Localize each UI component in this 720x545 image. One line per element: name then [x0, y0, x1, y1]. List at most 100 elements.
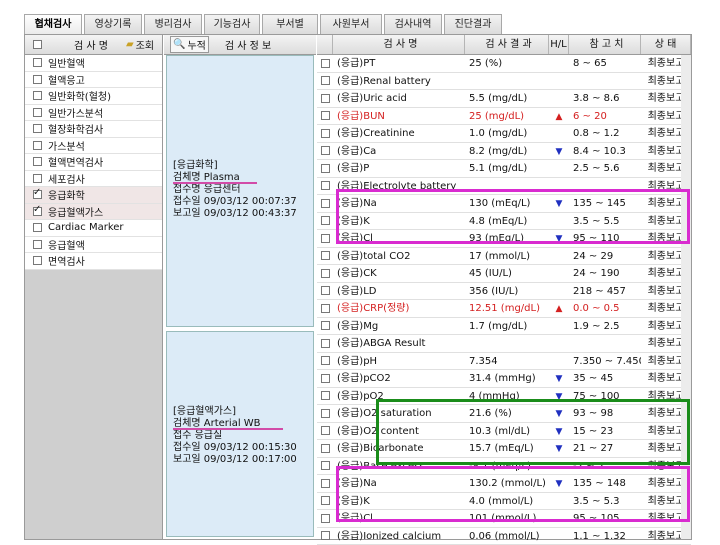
test-category-checkbox[interactable]: [33, 223, 42, 232]
result-row-checkbox[interactable]: [321, 426, 330, 435]
result-row-checkbox[interactable]: [321, 356, 330, 365]
col-hl[interactable]: H/L: [549, 35, 569, 54]
specimen-block-blood-gas[interactable]: [응급혈액가스] 검체명 Arterial WB 접수 응급실 접수일 09/0…: [166, 331, 314, 537]
result-row-checkbox[interactable]: [321, 479, 330, 488]
result-row[interactable]: (응급)total CO217 (mmol/L)24 ~ 29최종보고: [317, 248, 691, 266]
result-row-checkbox[interactable]: [321, 391, 330, 400]
col-reference[interactable]: 참 고 치: [569, 35, 641, 54]
result-row[interactable]: (응급)CK45 (IU/L)24 ~ 190최종보고: [317, 265, 691, 283]
result-row-checkbox[interactable]: [321, 111, 330, 120]
col-test-name[interactable]: 검 사 명: [333, 35, 465, 54]
result-row-checkbox[interactable]: [321, 76, 330, 85]
test-category-checkbox[interactable]: [33, 240, 42, 249]
result-row[interactable]: (응급)K4.0 (mmol/L)3.5 ~ 5.3최종보고: [317, 493, 691, 511]
test-category-item[interactable]: 일반혈액: [25, 55, 162, 72]
test-category-item[interactable]: 혈액면역검사: [25, 154, 162, 171]
tab-7[interactable]: 진단결과: [444, 14, 502, 36]
result-row-checkbox[interactable]: [321, 94, 330, 103]
result-row-checkbox[interactable]: [321, 59, 330, 68]
tab-1[interactable]: 영상기록: [84, 14, 142, 36]
cumulative-button[interactable]: 🔍 누적: [170, 36, 209, 53]
test-category-item[interactable]: 혈장화학검사: [25, 121, 162, 138]
result-row[interactable]: (응급)Ca8.2 (mg/dL)▼8.4 ~ 10.3최종보고: [317, 143, 691, 161]
tab-0[interactable]: 협채검사: [24, 14, 82, 36]
result-row[interactable]: (응급)Base excess-8.1 (mEq/L)-2 ~ 2최종보고: [317, 458, 691, 476]
test-category-item[interactable]: 세포검사: [25, 171, 162, 188]
tab-2[interactable]: 병리검사: [144, 14, 202, 36]
result-row[interactable]: (응급)Renal battery최종보고: [317, 73, 691, 91]
result-row-checkbox[interactable]: [321, 129, 330, 138]
result-row[interactable]: (응급)CRP(정량)12.51 (mg/dL)▲0.0 ~ 0.5최종보고: [317, 300, 691, 318]
result-row[interactable]: (응급)Na130.2 (mmol/L)▼135 ~ 148최종보고: [317, 475, 691, 493]
test-category-item[interactable]: 일반화학(혈청): [25, 88, 162, 105]
select-all-checkbox[interactable]: [33, 40, 42, 49]
tab-6[interactable]: 검사내역: [384, 14, 442, 36]
test-category-checkbox[interactable]: [33, 174, 42, 183]
result-row-checkbox[interactable]: [321, 409, 330, 418]
result-row-checkbox[interactable]: [321, 146, 330, 155]
test-category-item[interactable]: 가스분석: [25, 138, 162, 155]
test-category-checkbox[interactable]: [33, 157, 42, 166]
test-category-checkbox[interactable]: [33, 141, 42, 150]
test-category-item[interactable]: Cardiac Marker: [25, 220, 162, 237]
col-result[interactable]: 검 사 결 과: [465, 35, 549, 54]
search-button[interactable]: ▰ 조회: [126, 37, 154, 52]
test-category-item[interactable]: 응급혈액: [25, 237, 162, 254]
result-row[interactable]: (응급)pH7.3547.350 ~ 7.450최종보고: [317, 353, 691, 371]
result-row[interactable]: (응급)Ionized calcium0.06 (mmol/L)1.1 ~ 1.…: [317, 528, 691, 545]
test-category-item[interactable]: 응급화학: [25, 187, 162, 204]
test-category-checkbox[interactable]: [33, 190, 42, 199]
tab-3[interactable]: 기능검사: [204, 14, 260, 36]
col-status[interactable]: 상 태: [641, 35, 691, 54]
tab-5[interactable]: 사원부서: [320, 14, 382, 36]
result-row[interactable]: (응급)LD356 (IU/L)218 ~ 457최종보고: [317, 283, 691, 301]
result-row-checkbox[interactable]: [321, 286, 330, 295]
test-category-item[interactable]: 면역검사: [25, 253, 162, 270]
result-row-checkbox[interactable]: [321, 269, 330, 278]
test-category-checkbox[interactable]: [33, 256, 42, 265]
result-row-checkbox[interactable]: [321, 304, 330, 313]
test-category-checkbox[interactable]: [33, 124, 42, 133]
result-row[interactable]: (응급)P5.1 (mg/dL)2.5 ~ 5.6최종보고: [317, 160, 691, 178]
vertical-scrollbar[interactable]: [681, 55, 691, 539]
result-row[interactable]: (응급)Mg1.7 (mg/dL)1.9 ~ 2.5최종보고: [317, 318, 691, 336]
result-row[interactable]: (응급)pCO231.4 (mmHg)▼35 ~ 45최종보고: [317, 370, 691, 388]
result-row[interactable]: (응급)pO24 (mmHg)▼75 ~ 100최종보고: [317, 388, 691, 406]
result-row-checkbox[interactable]: [321, 181, 330, 190]
result-row-checkbox[interactable]: [321, 234, 330, 243]
result-row[interactable]: (응급)PT25 (%)8 ~ 65최종보고: [317, 55, 691, 73]
test-category-checkbox[interactable]: [33, 91, 42, 100]
test-category-checkbox[interactable]: [33, 207, 42, 216]
result-row[interactable]: (응급)O2 content10.3 (ml/dL)▼15 ~ 23최종보고: [317, 423, 691, 441]
result-row-checkbox[interactable]: [321, 514, 330, 523]
result-row-checkbox[interactable]: [321, 461, 330, 470]
specimen-block-chemistry[interactable]: [응급화학] 검체명 Plasma 접수명 응급센터 접수일 09/03/12 …: [166, 55, 314, 327]
result-row[interactable]: (응급)Cl101 (mmol/L)95 ~ 105최종보고: [317, 510, 691, 528]
test-category-checkbox[interactable]: [33, 75, 42, 84]
test-category-item[interactable]: 혈액응고: [25, 72, 162, 89]
result-row-checkbox[interactable]: [321, 444, 330, 453]
result-row[interactable]: (응급)K4.8 (mEq/L)3.5 ~ 5.5최종보고: [317, 213, 691, 231]
result-row-checkbox[interactable]: [321, 199, 330, 208]
result-row[interactable]: (응급)O2 saturation21.6 (%)▼93 ~ 98최종보고: [317, 405, 691, 423]
result-row-checkbox[interactable]: [321, 216, 330, 225]
result-row[interactable]: (응급)Na130 (mEq/L)▼135 ~ 145최종보고: [317, 195, 691, 213]
result-row-checkbox[interactable]: [321, 531, 330, 540]
result-row[interactable]: (응급)Cl93 (mEq/L)▼95 ~ 110최종보고: [317, 230, 691, 248]
test-category-item[interactable]: 응급혈액가스: [25, 204, 162, 221]
tab-4[interactable]: 부서별: [262, 14, 318, 36]
result-row-checkbox[interactable]: [321, 164, 330, 173]
result-row[interactable]: (응급)Creatinine1.0 (mg/dL)0.8 ~ 1.2최종보고: [317, 125, 691, 143]
result-row[interactable]: (응급)Bicarbonate15.7 (mEq/L)▼21 ~ 27최종보고: [317, 440, 691, 458]
test-category-checkbox[interactable]: [33, 108, 42, 117]
result-row[interactable]: (응급)ABGA Result최종보고: [317, 335, 691, 353]
result-row-checkbox[interactable]: [321, 496, 330, 505]
result-row-checkbox[interactable]: [321, 339, 330, 348]
test-category-item[interactable]: 일반가스분석: [25, 105, 162, 122]
test-category-checkbox[interactable]: [33, 58, 42, 67]
result-row[interactable]: (응급)Electrolyte battery최종보고: [317, 178, 691, 196]
result-row-checkbox[interactable]: [321, 251, 330, 260]
result-row-checkbox[interactable]: [321, 321, 330, 330]
result-row-checkbox[interactable]: [321, 374, 330, 383]
result-row[interactable]: (응급)BUN25 (mg/dL)▲6 ~ 20최종보고: [317, 108, 691, 126]
